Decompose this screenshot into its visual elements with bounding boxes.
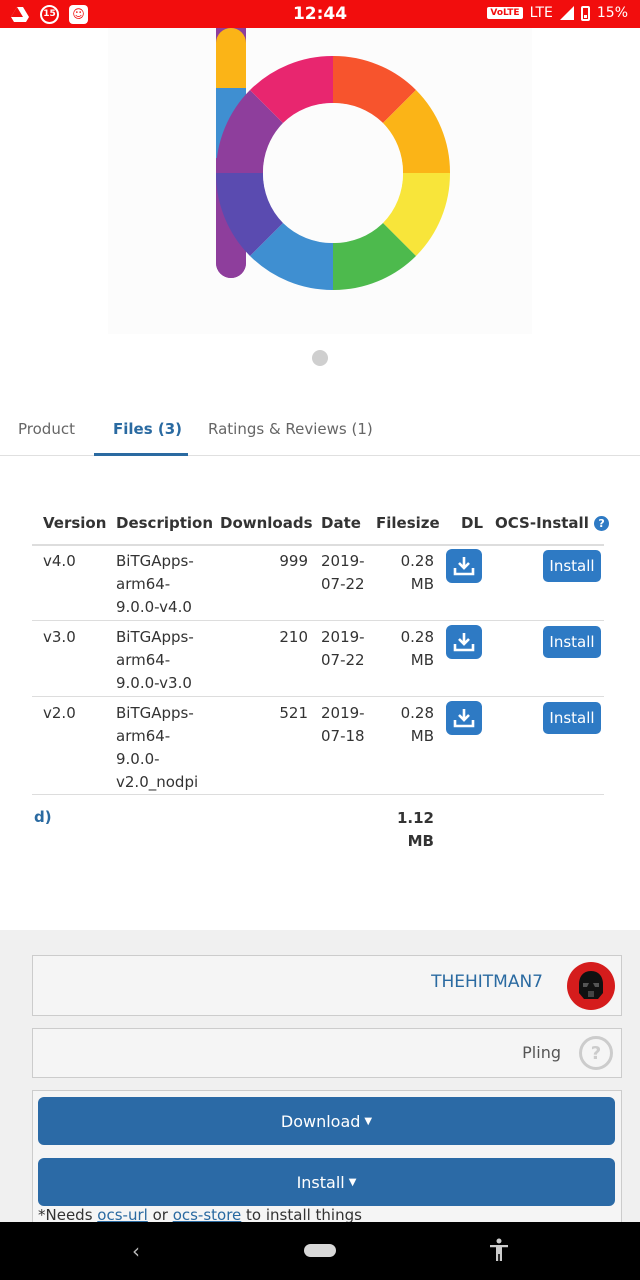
volte-icon: VoLTE	[487, 7, 523, 19]
download-button[interactable]: Download ▼	[38, 1097, 615, 1145]
carousel-indicator[interactable]	[312, 350, 328, 366]
filesize-line: MB	[410, 651, 434, 669]
download-file-button[interactable]	[446, 549, 482, 583]
help-icon[interactable]: ?	[594, 516, 610, 531]
status-bar: 15 ☺ 12:44 VoLTE LTE 15%	[0, 0, 640, 28]
row-filesize: 0.28 MB	[384, 550, 434, 596]
table-row: v2.0 BiTGApps- arm64- 9.0.0- v2.0_nodpi …	[32, 700, 604, 796]
description-line: arm64-	[116, 575, 171, 593]
description-line: 9.0.0-v4.0	[116, 598, 192, 616]
home-pill-icon[interactable]	[304, 1244, 336, 1257]
row-date: 2019- 07-22	[321, 550, 365, 596]
table-row: v3.0 BiTGApps- arm64- 9.0.0-v3.0 210 201…	[32, 624, 604, 698]
filesize-line: 0.28	[400, 628, 434, 646]
author-avatar[interactable]	[567, 962, 615, 1010]
description-line: BiTGApps-	[116, 704, 194, 722]
author-card[interactable]: THEHITMAN7	[32, 955, 622, 1016]
description-line: BiTGApps-	[116, 628, 194, 646]
tab-files[interactable]: Files (3)	[113, 420, 182, 438]
date-line: 07-18	[321, 727, 365, 745]
store-card[interactable]: Pling ?	[32, 1028, 622, 1078]
download-button-label: Download	[280, 1111, 361, 1131]
date-line: 2019-	[321, 552, 365, 570]
column-header-ocs-install: OCS-Install ?	[495, 514, 610, 532]
row-version: v4.0	[43, 552, 76, 570]
description-line: 9.0.0-v3.0	[116, 674, 192, 692]
description-line: 9.0.0-	[116, 750, 160, 768]
product-image[interactable]	[108, 28, 532, 334]
install-button[interactable]: Install ▼	[38, 1158, 615, 1206]
total-size-unit: MB	[407, 832, 434, 850]
column-header-dl: DL	[461, 514, 484, 532]
table-row: v4.0 BiTGApps- arm64- 9.0.0-v4.0 999 201…	[32, 548, 604, 622]
bitgapps-logo-icon	[215, 28, 451, 291]
download-icon	[453, 557, 475, 576]
date-line: 07-22	[321, 651, 365, 669]
filesize-line: MB	[410, 727, 434, 745]
tab-bar: Product Files (3) Ratings & Reviews (1)	[0, 404, 640, 456]
filesize-line: 0.28	[400, 552, 434, 570]
date-line: 2019-	[321, 704, 365, 722]
row-date: 2019- 07-18	[321, 702, 365, 748]
author-name[interactable]: THEHITMAN7	[431, 972, 543, 992]
row-description: BiTGApps- arm64- 9.0.0-v3.0	[116, 626, 194, 695]
network-label: LTE	[529, 5, 553, 21]
darth-vader-avatar-icon	[579, 971, 603, 999]
row-version: v2.0	[43, 704, 76, 722]
row-downloads: 210	[279, 628, 308, 646]
row-divider	[32, 696, 604, 697]
description-line: arm64-	[116, 727, 171, 745]
row-description: BiTGApps- arm64- 9.0.0-v4.0	[116, 550, 194, 619]
system-nav-bar: ‹	[0, 1222, 640, 1280]
row-date: 2019- 07-22	[321, 626, 365, 672]
row-divider	[32, 794, 604, 795]
chevron-down-icon: ▼	[348, 1176, 357, 1188]
signal-icon	[559, 6, 574, 20]
total-filesize: 1.12 MB	[380, 807, 434, 853]
total-label: d)	[34, 808, 52, 826]
ocs-install-button[interactable]: Install	[543, 550, 601, 582]
store-name: Pling	[522, 1043, 561, 1062]
row-downloads: 999	[279, 552, 308, 570]
row-version: v3.0	[43, 628, 76, 646]
row-filesize: 0.28 MB	[384, 626, 434, 672]
chevron-down-icon: ▼	[364, 1115, 373, 1127]
row-downloads: 521	[279, 704, 308, 722]
column-header-filesize: Filesize	[376, 514, 440, 532]
header-divider	[32, 544, 604, 546]
active-tab-indicator	[94, 453, 188, 456]
row-description: BiTGApps- arm64- 9.0.0- v2.0_nodpi	[116, 702, 198, 794]
status-icons-right: VoLTE LTE 15%	[487, 5, 628, 21]
description-line: BiTGApps-	[116, 552, 194, 570]
column-header-downloads: Downloads	[220, 514, 313, 532]
column-header-version: Version	[43, 514, 107, 532]
tab-ratings-reviews[interactable]: Ratings & Reviews (1)	[208, 420, 373, 438]
filesize-line: MB	[410, 575, 434, 593]
back-icon[interactable]: ‹	[132, 1239, 140, 1263]
ocs-install-header-label: OCS-Install	[495, 514, 589, 532]
column-header-description: Description	[116, 514, 214, 532]
row-filesize: 0.28 MB	[384, 702, 434, 748]
install-button-label: Install	[296, 1172, 345, 1192]
description-line: v2.0_nodpi	[116, 773, 199, 791]
accessibility-icon[interactable]	[488, 1238, 510, 1266]
date-line: 2019-	[321, 628, 365, 646]
battery-icon	[580, 5, 590, 21]
battery-percent: 15%	[596, 5, 628, 21]
app-page: 15 ☺ 12:44 VoLTE LTE 15% Product Files (…	[0, 0, 640, 1280]
download-file-button[interactable]	[446, 625, 482, 659]
download-icon	[453, 633, 475, 652]
ocs-install-button[interactable]: Install	[543, 626, 601, 658]
ocs-install-button[interactable]: Install	[543, 702, 601, 734]
total-size-value: 1.12	[396, 809, 434, 827]
tab-product[interactable]: Product	[18, 420, 75, 438]
column-header-date: Date	[321, 514, 361, 532]
date-line: 07-22	[321, 575, 365, 593]
pling-logo-icon: ?	[579, 1036, 613, 1070]
filesize-line: 0.28	[400, 704, 434, 722]
description-line: arm64-	[116, 651, 171, 669]
download-icon	[453, 709, 475, 728]
row-divider	[32, 620, 604, 621]
download-file-button[interactable]	[446, 701, 482, 735]
